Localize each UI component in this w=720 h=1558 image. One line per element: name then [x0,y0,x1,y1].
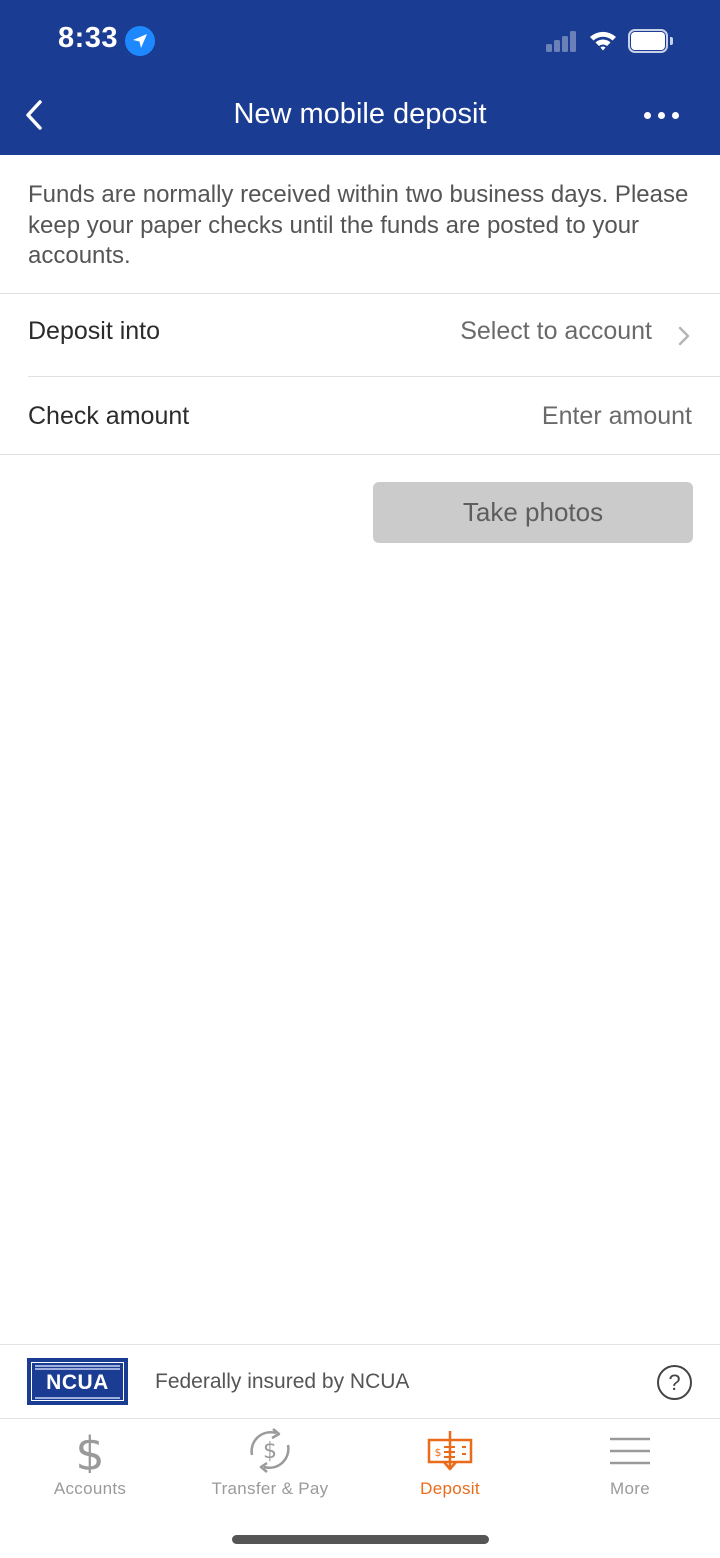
home-indicator [232,1535,489,1544]
tab-label: Accounts [53,1479,127,1498]
check-deposit-icon: $ [360,1427,540,1473]
menu-icon [540,1427,720,1473]
divider [28,376,720,377]
ncua-logo: NCUA [27,1358,128,1405]
ncua-logo-text: NCUA [46,1371,109,1394]
check-amount-label: Check amount [28,402,190,430]
cellular-signal-icon [546,30,578,52]
ncua-banner: NCUA Federally insured by NCUA ? [0,1344,720,1419]
tab-label: Transfer & Pay [211,1479,329,1498]
deposit-into-value: Select to account [460,317,652,345]
deposit-into-label: Deposit into [28,317,161,345]
battery-icon [628,29,673,53]
divider [0,454,720,455]
take-photos-button[interactable]: Take photos [373,482,693,543]
check-amount-input[interactable]: Enter amount [542,402,692,431]
tab-deposit[interactable]: $ Deposit [360,1419,540,1509]
deposit-info-text: Funds are normally received within two b… [28,181,689,269]
header-bar: 8:33 New mobile deposit [0,0,720,155]
tab-more[interactable]: More [540,1419,720,1509]
svg-text:$: $ [75,1427,104,1473]
more-options-button[interactable] [640,100,684,132]
status-time: 8:33 [58,22,119,54]
page-title: New mobile deposit [233,98,487,130]
svg-text:$: $ [263,1439,277,1464]
tab-label: More [610,1479,650,1498]
location-arrow-icon [125,26,155,56]
tab-label: Deposit [420,1479,480,1498]
divider [0,293,720,294]
tab-transfer-pay[interactable]: $ Transfer & Pay [180,1419,360,1509]
svg-text:$: $ [435,1446,442,1459]
tab-accounts[interactable]: $ Accounts [0,1419,180,1509]
chevron-right-icon [676,325,692,352]
wifi-icon [588,29,618,58]
transfer-pay-icon: $ [180,1427,360,1473]
help-icon[interactable]: ? [657,1365,692,1400]
dollar-icon: $ [0,1427,180,1481]
ncua-insured-text: Federally insured by NCUA [155,1370,410,1393]
